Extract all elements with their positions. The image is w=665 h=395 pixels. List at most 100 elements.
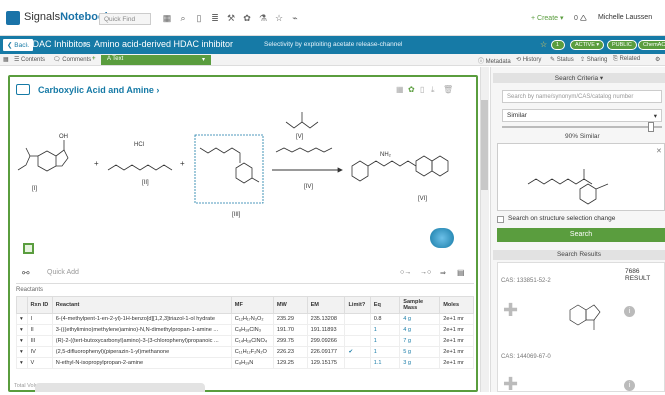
chemacx-pill[interactable]: ChemACX (638, 40, 665, 50)
svg-text:+: + (94, 159, 99, 168)
search-type-select[interactable]: Similar ▾ (502, 109, 662, 122)
result-cas[interactable]: CAS: 133851-52-2 (501, 278, 551, 284)
flask-icon[interactable]: ⚗ (257, 13, 269, 24)
chevron-down-icon: ▾ (201, 57, 205, 63)
create-menu[interactable]: + Create ▾ (531, 14, 564, 22)
grid-view-icon[interactable]: ▦ (396, 85, 404, 94)
table-row[interactable]: ▾ III (R)-2-((tert-butoxycarbonyl)amino)-3… (16, 335, 474, 347)
public-pill[interactable]: PUBLIC (607, 40, 637, 50)
reaction-scheme[interactable]: OH [I] + HCl [II] + [III] [IV] [V] NH₂ [… (14, 108, 472, 238)
notifications-bell[interactable]: 0 🛆 (574, 14, 587, 25)
table-row[interactable]: ▾ IV (2,5-difluorophenyl)(piperazin-1-yl)m… (16, 346, 474, 358)
text-mode-select[interactable]: A Text ▾ (101, 55, 211, 65)
user-menu[interactable]: Michelle Laussen (598, 14, 652, 21)
search-on-change-label: Search on structure selection change (508, 215, 616, 222)
section-title[interactable]: Carboxylic Acid and Amine › (38, 85, 159, 95)
col-header[interactable]: Limit? (344, 296, 371, 314)
table-settings-icon[interactable]: ▤ (457, 268, 465, 277)
hcl-label: HCl (134, 142, 144, 148)
add-button[interactable]: + (92, 56, 96, 62)
search-icon[interactable]: ⌕ (177, 13, 189, 24)
col-header[interactable]: Rxn ID (26, 296, 53, 314)
label-vi: [VI] (418, 196, 427, 202)
similarity-slider[interactable] (502, 126, 662, 128)
compound-iv[interactable] (275, 147, 333, 153)
reactants-label: Reactants (16, 287, 44, 293)
search-criteria-header[interactable]: Search Criteria ▾ (493, 73, 665, 83)
label-i: [I] (32, 186, 37, 192)
chart-icon[interactable]: ⌁ (289, 13, 301, 24)
compound-vi[interactable] (351, 155, 449, 182)
table-row[interactable]: ▾ II 3-(((ethylimino)methylene)amino)-N,N-… (16, 324, 474, 336)
count-badge: 1 (551, 40, 565, 50)
reaction-tools-icon[interactable]: ⚯ (22, 268, 30, 279)
scrollbar-thumb[interactable] (481, 100, 488, 190)
search-results-header: Search Results (493, 250, 665, 260)
col-header[interactable]: Sample Mass (399, 296, 441, 314)
bottom-tab[interactable] (35, 383, 205, 392)
search-on-change-checkbox[interactable] (497, 216, 504, 223)
document-icon[interactable]: ▯ (193, 13, 205, 24)
layout-icon[interactable]: ▦ (3, 56, 9, 63)
compound-iii[interactable] (199, 147, 260, 184)
status-pill[interactable]: ACTIVE ▾ (570, 40, 605, 50)
selection-box[interactable] (194, 134, 264, 204)
svg-text:+: + (180, 159, 185, 168)
reaction-icon (16, 84, 30, 95)
results-count: 7686 RESULT (625, 268, 651, 282)
sharing-button[interactable]: ⇪ Sharing (580, 56, 607, 63)
search-button[interactable]: Search (497, 228, 665, 242)
metadata-button[interactable]: ⓘ Metadata (478, 56, 511, 65)
document-icon[interactable]: ▯ (420, 85, 424, 94)
add-solvent-icon[interactable]: ⇒ (440, 269, 446, 277)
compound-i[interactable] (17, 140, 69, 172)
info-icon[interactable]: i (624, 380, 635, 391)
list-icon[interactable]: ≣ (209, 13, 221, 24)
result-cas[interactable]: CAS: 144069-67-0 (501, 354, 551, 360)
status-button[interactable]: ✎ Status (550, 56, 574, 63)
tools-icon[interactable]: ⚒ (225, 13, 237, 24)
col-header[interactable]: MW (272, 296, 308, 314)
col-header[interactable]: EM (306, 296, 346, 314)
query-structure[interactable] (497, 143, 665, 211)
col-header[interactable]: Reactant (51, 296, 232, 314)
star-icon[interactable]: ☆ (540, 40, 547, 49)
quick-add-input[interactable]: Quick Add (47, 269, 79, 276)
compound-ii[interactable] (107, 164, 173, 171)
quick-find-input[interactable]: Quick Find (99, 13, 151, 25)
col-header[interactable]: Moles (439, 296, 474, 314)
add-icon[interactable]: ✚ (503, 300, 518, 321)
history-button[interactable]: ⟲ History (516, 56, 541, 63)
contents-button[interactable]: ☰ Contents (14, 56, 45, 63)
settings-icon[interactable]: ⚙ (655, 56, 660, 63)
star-icon[interactable]: ☆ (273, 13, 285, 24)
slider-handle[interactable] (648, 122, 654, 132)
info-icon[interactable]: i (624, 306, 635, 317)
nh2-label: NH₂ (380, 152, 392, 158)
flower-icon[interactable]: ✿ (408, 85, 415, 94)
reactants-table: Rxn ID Reactant MF MW EM Limit? Eq Sampl… (16, 296, 474, 369)
close-icon[interactable]: ✕ (656, 147, 662, 155)
table-row[interactable]: ▾ V N-ethyl-N-isopropylpropan-2-amine C₈H₁₉… (16, 357, 474, 369)
comments-button[interactable]: 🗨 Comments (53, 56, 91, 63)
catalog-search-input[interactable]: Search by name/synonym/CAS/catalog numbe… (502, 90, 662, 103)
add-product-icon[interactable]: →○ (420, 269, 431, 276)
expand-toggle[interactable] (23, 243, 34, 254)
delete-icon[interactable]: 🗑 (443, 85, 453, 94)
flower-icon[interactable]: ✿ (241, 13, 253, 24)
oh-label: OH (59, 134, 68, 140)
chemacx-logo-icon (430, 228, 454, 248)
grid-icon[interactable]: ▦ (161, 13, 173, 24)
add-reactant-icon[interactable]: ○→ (400, 269, 411, 276)
app-logo[interactable]: SignalsNotebook (24, 11, 111, 23)
breadcrumb-parent[interactable]: HDAC Inhibitors (26, 39, 91, 49)
chevron-down-icon: ▾ (653, 113, 657, 120)
col-header[interactable]: Eq (369, 296, 401, 314)
result-structure[interactable] (560, 288, 612, 340)
page-title: Amino acid-derived HDAC inhibitor (94, 39, 234, 49)
table-row[interactable]: ▾ I 6-(4-methylpent-1-en-2-yl)-1H-benzo[d]… (16, 313, 474, 325)
compound-v[interactable] (285, 112, 319, 129)
download-icon[interactable]: ⤓ (431, 85, 435, 95)
col-header[interactable]: MF (230, 296, 274, 314)
related-button[interactable]: ⎘ Related (613, 56, 640, 63)
